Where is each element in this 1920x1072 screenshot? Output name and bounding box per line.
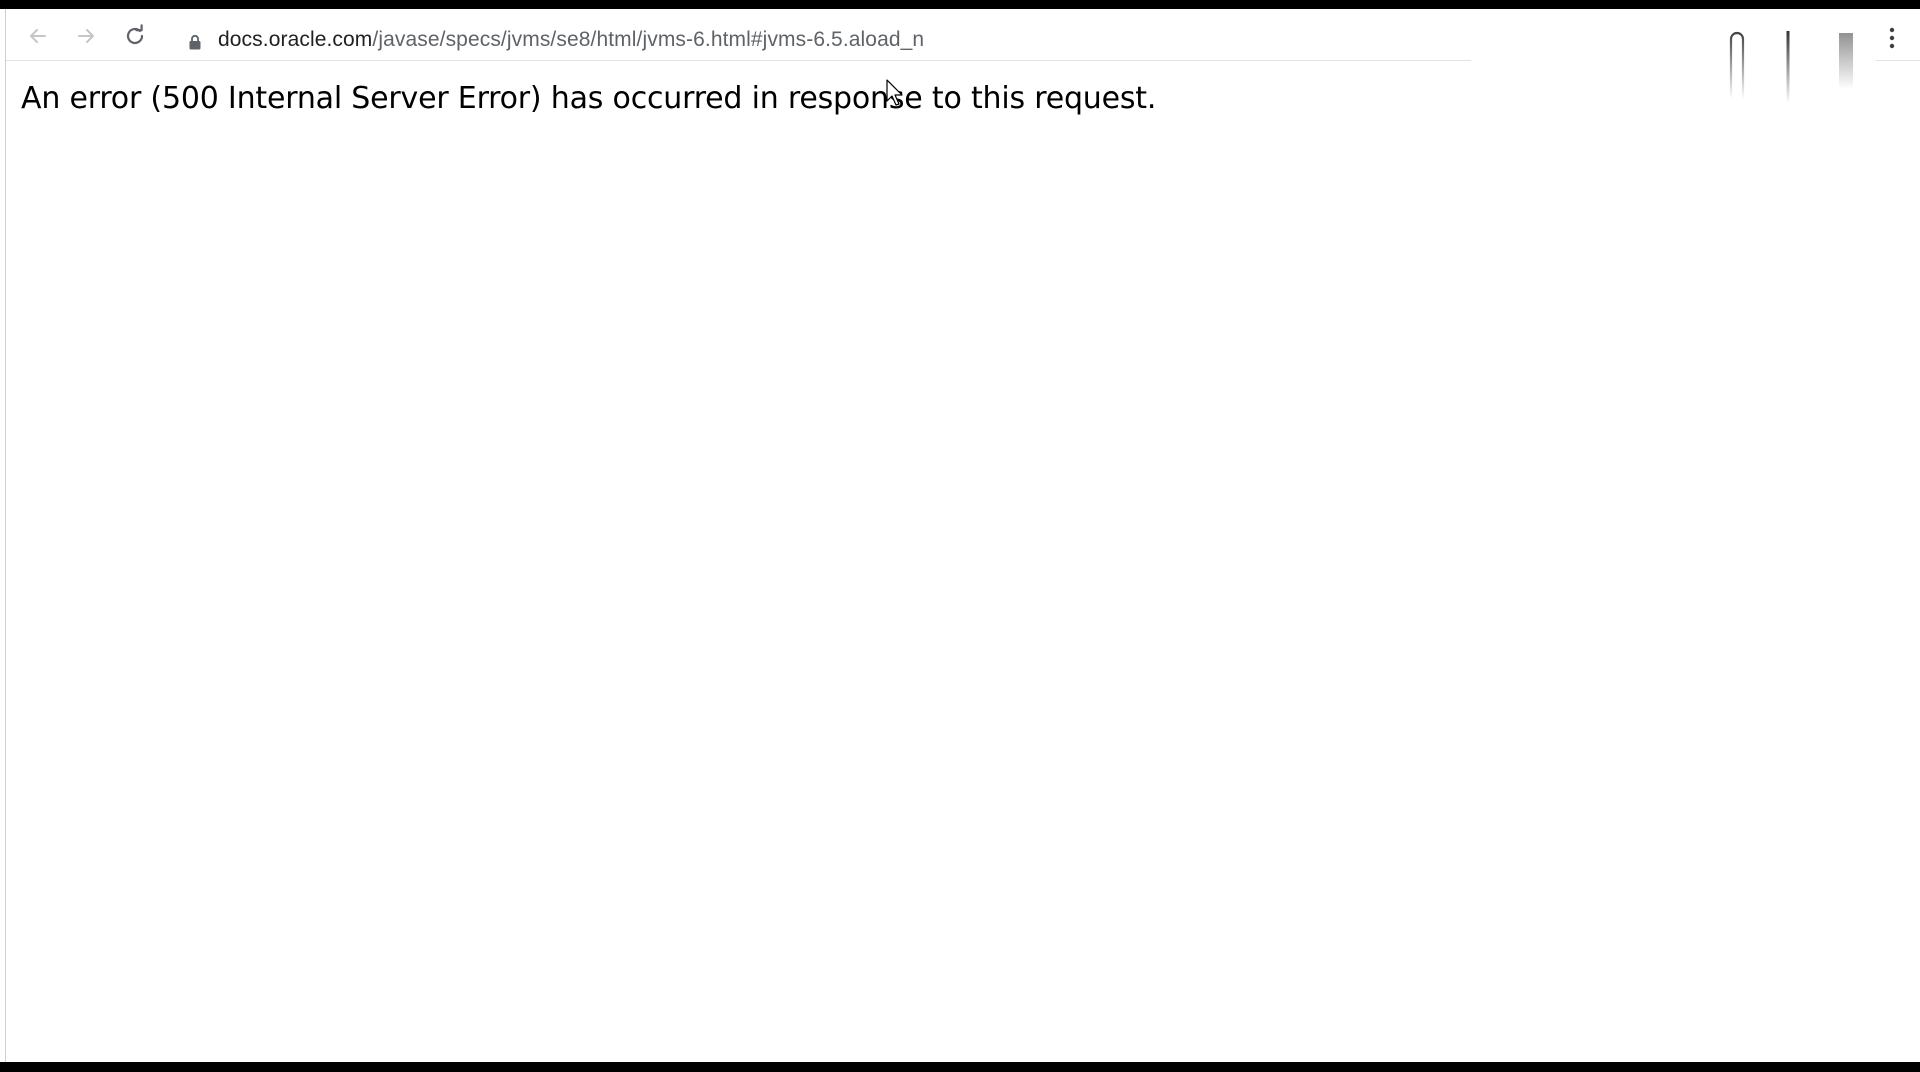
url-path: /javase/specs/jvms/se8/html/jvms-6.html#… bbox=[372, 28, 925, 51]
arrow-right-icon bbox=[78, 29, 94, 43]
page-content: An error (500 Internal Server Error) has… bbox=[6, 61, 1920, 1062]
forward-button[interactable] bbox=[71, 21, 101, 51]
address-bar[interactable]: docs.oracle.com/javase/specs/jvms/se8/ht… bbox=[218, 26, 924, 54]
reload-icon bbox=[126, 24, 144, 45]
reload-button[interactable] bbox=[120, 21, 150, 51]
browser-toolbar: docs.oracle.com/javase/specs/jvms/se8/ht… bbox=[6, 9, 1920, 103]
kebab-menu-icon bbox=[1889, 27, 1895, 49]
browser-window: docs.oracle.com/javase/specs/jvms/se8/ht… bbox=[6, 9, 1920, 1062]
back-button[interactable] bbox=[23, 21, 53, 51]
url-host: docs.oracle.com bbox=[218, 28, 373, 51]
screen-frame: docs.oracle.com/javase/specs/jvms/se8/ht… bbox=[0, 0, 1920, 1072]
error-message: An error (500 Internal Server Error) has… bbox=[21, 81, 1157, 116]
lock-icon[interactable] bbox=[188, 34, 202, 50]
browser-menu-button[interactable] bbox=[1880, 23, 1904, 53]
arrow-left-icon bbox=[30, 29, 46, 43]
